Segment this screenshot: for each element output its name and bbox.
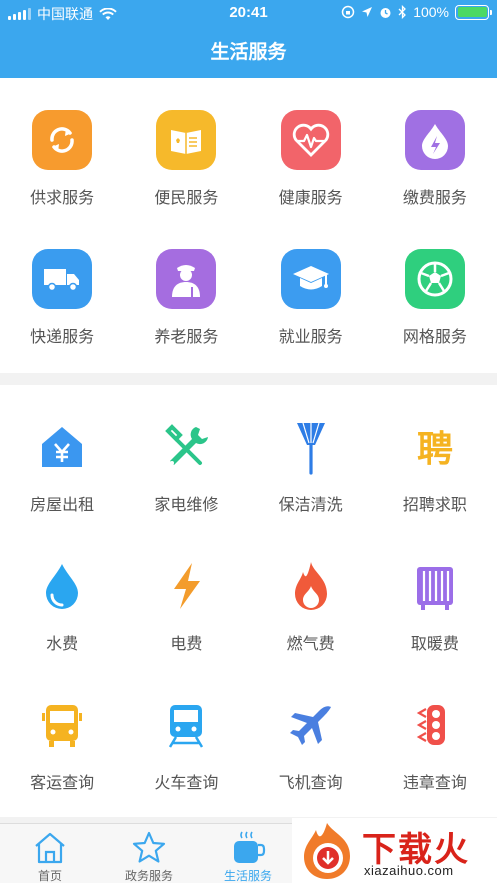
service-label: 家电维修	[154, 497, 219, 514]
location-icon	[362, 7, 373, 17]
service-label: 燃气费	[286, 636, 335, 653]
service-item[interactable]: 违章查询	[373, 695, 497, 793]
service-label: 房屋出租	[30, 497, 95, 514]
service-label: 取暖费	[410, 636, 459, 653]
tab-label: 首页	[37, 869, 62, 883]
watermark-logo: 下载火 xiazaihuo.com	[292, 818, 497, 883]
status-bar: 中国联通 20:41 100%	[0, 0, 497, 26]
tab-home[interactable]: 首页	[0, 824, 100, 883]
battery-icon	[455, 4, 492, 20]
alarm-icon	[380, 7, 391, 18]
radiator-icon	[405, 556, 465, 616]
exchange-icon	[32, 110, 93, 170]
service-item[interactable]: 供求服务	[0, 110, 124, 208]
train-icon	[156, 695, 216, 755]
svg-text:聘: 聘	[417, 429, 453, 470]
service-item[interactable]: 客运查询	[0, 695, 124, 793]
house-yuan-icon	[32, 417, 92, 477]
tools-icon	[156, 417, 216, 477]
service-item[interactable]: 家电维修	[124, 417, 248, 515]
water-drop-icon	[32, 556, 92, 616]
watermark-url: xiazaihuo.com	[364, 863, 454, 878]
star-icon	[132, 831, 166, 863]
service-label: 火车查询	[154, 775, 219, 792]
page-title: 生活服务	[210, 42, 287, 63]
service-item[interactable]: 网格服务	[373, 249, 497, 347]
service-item[interactable]: 燃气费	[249, 556, 373, 654]
service-label: 快递服务	[30, 329, 95, 346]
bluetooth-icon	[398, 5, 407, 19]
service-item[interactable]: 养老服务	[124, 249, 248, 347]
graduation-cap-icon	[280, 249, 341, 309]
airplane-icon	[281, 695, 341, 755]
service-item[interactable]: 健康服务	[249, 110, 373, 208]
service-label: 就业服务	[278, 329, 343, 346]
service-label: 便民服务	[154, 190, 219, 207]
service-item[interactable]: 便民服务	[124, 110, 248, 208]
service-item[interactable]: 电费	[124, 556, 248, 654]
battery-percent: 100%	[413, 4, 449, 20]
elder-icon	[156, 249, 217, 309]
lock-rotation-icon	[341, 5, 355, 19]
service-label: 客运查询	[30, 775, 95, 792]
service-item[interactable]: 聘招聘求职	[373, 417, 497, 515]
service-label: 网格服务	[402, 329, 467, 346]
service-label: 供求服务	[30, 190, 95, 207]
service-label: 违章查询	[402, 775, 467, 792]
tab-label: 政务服务	[124, 869, 173, 883]
ball-icon	[404, 249, 465, 309]
tab-government[interactable]: 政务服务	[99, 824, 199, 883]
service-item[interactable]: 房屋出租	[0, 417, 124, 515]
service-grid-secondary: 房屋出租 家电维修 保洁清洗 聘招聘求职水费 电费 燃气费 取暖费客运查询 火车查询 飞机查询 违…	[0, 385, 497, 817]
service-item[interactable]: 缴费服务	[373, 110, 497, 208]
service-label: 健康服务	[278, 190, 343, 207]
service-grid-primary: 供求服务 便民服务 健康服务 缴费服务快递服务 养老服务 就业服务 网格服务	[0, 78, 497, 373]
flame-icon	[281, 556, 341, 616]
drop-icon	[404, 110, 465, 170]
service-label: 招聘求职	[402, 497, 467, 514]
broom-icon	[281, 417, 341, 477]
service-item[interactable]: 火车查询	[124, 695, 248, 793]
heart-icon	[280, 110, 341, 170]
recruit-icon: 聘	[405, 417, 465, 477]
app-header: 中国联通 20:41 100% 生活服务	[0, 0, 497, 78]
service-item[interactable]: 水费	[0, 556, 124, 654]
truck-icon	[32, 249, 93, 309]
cup-icon	[234, 831, 266, 863]
flame-logo-icon	[304, 823, 350, 879]
service-item[interactable]: 快递服务	[0, 249, 124, 347]
service-label: 保洁清洗	[278, 497, 343, 514]
service-item[interactable]: 就业服务	[249, 249, 373, 347]
service-label: 养老服务	[154, 329, 219, 346]
tab-life-services[interactable]: 生活服务	[198, 824, 298, 883]
service-item[interactable]: 保洁清洗	[249, 417, 373, 515]
service-label: 缴费服务	[402, 190, 467, 207]
service-item[interactable]: 取暖费	[373, 556, 497, 654]
service-item[interactable]: 飞机查询	[249, 695, 373, 793]
traffic-light-icon	[405, 695, 465, 755]
bus-icon	[32, 695, 92, 755]
service-label: 水费	[46, 636, 79, 653]
tab-label: 生活服务	[223, 869, 272, 883]
book-icon	[156, 110, 217, 170]
service-label: 飞机查询	[278, 775, 343, 792]
lightning-icon	[156, 556, 216, 616]
home-icon	[35, 832, 65, 864]
service-label: 电费	[170, 636, 203, 653]
